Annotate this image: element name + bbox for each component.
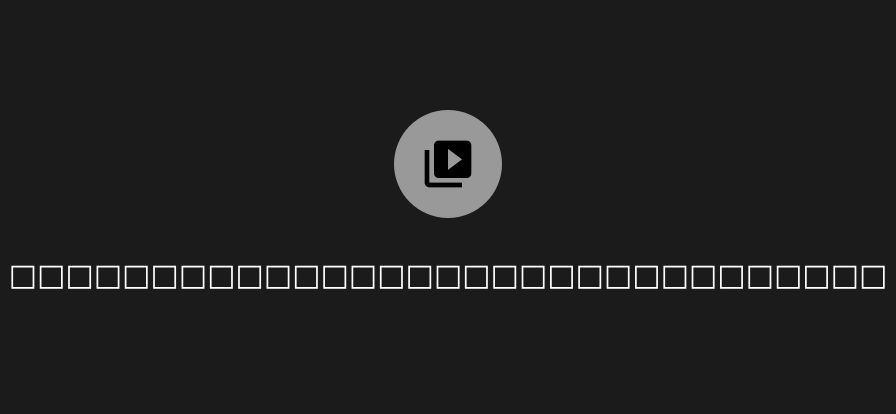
video-library-icon — [420, 136, 476, 192]
empty-state-message: □□□□□□□□□□□□□□□□□□□□□□□□□□□□□□□ — [8, 258, 888, 293]
video-library-icon-circle — [394, 110, 502, 218]
empty-state-screen: □□□□□□□□□□□□□□□□□□□□□□□□□□□□□□□ — [0, 0, 896, 414]
